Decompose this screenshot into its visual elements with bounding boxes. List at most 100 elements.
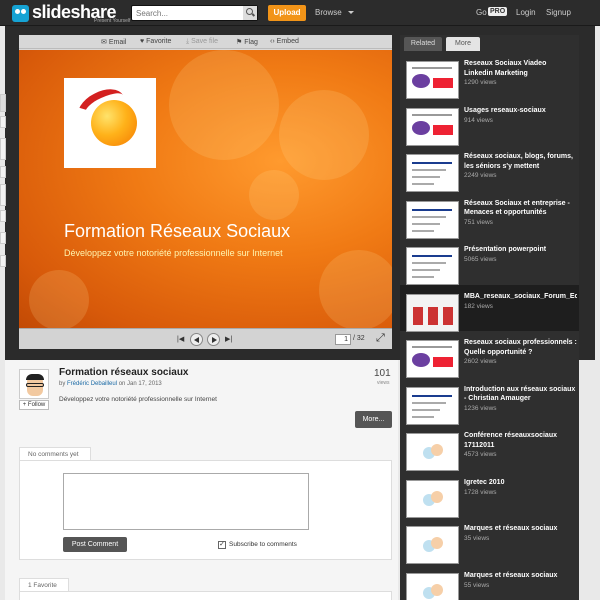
flag-button[interactable]: ⚑ Flag	[236, 38, 258, 46]
related-item[interactable]: Conférence réseauxsociaux 17112011 4573 v…	[400, 424, 579, 471]
chevron-down-icon[interactable]	[348, 11, 354, 14]
share-button[interactable]	[0, 255, 6, 267]
related-item[interactable]: Présentation powerpoint 5065 views	[400, 238, 579, 285]
related-item[interactable]: Usages reseaux-sociaux 914 views	[400, 99, 579, 146]
next-slide-button[interactable]	[207, 333, 220, 346]
related-item[interactable]: Réseaux Sociaux et entreprise - Menaces …	[400, 192, 579, 239]
comments-tab[interactable]: No comments yet	[19, 447, 91, 461]
share-button[interactable]	[0, 94, 6, 112]
related-item[interactable]: Introduction aux réseaux sociaux - Chris…	[400, 378, 579, 425]
previous-slide-button[interactable]	[190, 333, 203, 346]
related-item-title[interactable]: Présentation powerpoint	[464, 245, 577, 255]
related-item-title[interactable]: Igretec 2010	[464, 478, 577, 488]
document-meta: by Frédéric Debailleul on Jan 17, 2013	[59, 381, 162, 387]
related-item-title[interactable]: Reseaux sociaux professionnels : Quelle …	[464, 338, 577, 357]
thumbnail-graphic	[412, 262, 446, 264]
by-label: by	[59, 381, 66, 387]
save-file-button[interactable]: ⤓ Save file	[186, 38, 218, 46]
related-item-views: 1290 views	[464, 79, 497, 86]
related-thumbnail[interactable]	[406, 61, 459, 99]
related-item[interactable]: Reseaux Sociaux Viadeo Linkedin Marketin…	[400, 52, 579, 99]
search-icon[interactable]	[243, 6, 257, 20]
search-input[interactable]	[132, 6, 244, 20]
thumbnail-graphic	[412, 67, 452, 69]
more-button[interactable]: More...	[355, 411, 392, 428]
signup-link[interactable]: Signup	[546, 8, 571, 17]
related-item-title[interactable]: Marques et réseaux sociaux	[464, 524, 577, 534]
favorites-tab[interactable]: 1 Favorite	[19, 578, 69, 592]
related-item[interactable]: MBA_reseaux_sociaux_Forum_Ec 182 views	[400, 284, 579, 332]
slide-subtitle: Développez votre notoriété professionnel…	[64, 248, 283, 258]
slide-view[interactable]: Formation Réseaux Sociaux Développez vot…	[19, 50, 392, 328]
slide-player: ✉ Email ♥ Favorite ⤓ Save file ⚑ Flag ‹› Embe…	[19, 35, 392, 349]
related-sidebar: Related More Reseaux Sociaux Viadeo Link…	[400, 35, 579, 600]
related-thumbnail[interactable]	[406, 200, 459, 239]
placeholder-thumbnail-icon	[423, 583, 443, 600]
fullscreen-icon[interactable]	[376, 332, 386, 345]
related-thumbnail[interactable]	[406, 479, 459, 518]
login-link[interactable]: Login	[516, 8, 536, 17]
thumbnail-graphic	[412, 208, 452, 211]
related-item-title[interactable]: Usages reseaux-sociaux	[464, 106, 577, 116]
related-item[interactable]: Marques et réseaux sociaux 55 views	[400, 564, 579, 600]
related-thumbnail[interactable]	[406, 386, 459, 425]
browse-menu[interactable]: Browse	[315, 8, 342, 17]
related-thumbnail[interactable]	[406, 293, 459, 332]
thumbnail-graphic	[412, 176, 440, 178]
related-item[interactable]: Igretec 2010 1728 views	[400, 471, 579, 518]
share-button[interactable]	[0, 138, 6, 160]
related-thumbnail[interactable]	[406, 572, 459, 600]
thumbnail-graphic	[433, 124, 453, 135]
slideshare-logo[interactable]: slideshare Present Yourself	[12, 2, 130, 24]
pro-badge[interactable]: PRO	[488, 7, 508, 16]
tab-more[interactable]: More	[446, 37, 480, 51]
related-item-title[interactable]: MBA_reseaux_sociaux_Forum_Ec	[464, 292, 577, 302]
related-thumbnail[interactable]	[406, 526, 459, 564]
related-thumbnail[interactable]	[406, 433, 459, 471]
last-slide-button[interactable]: ▶|	[225, 335, 232, 343]
follow-button[interactable]: + Follow	[19, 400, 49, 410]
favorite-button[interactable]: ♥ Favorite	[140, 38, 171, 45]
slide-title: Formation Réseaux Sociaux	[64, 221, 291, 241]
author-link[interactable]: Frédéric Debailleul	[67, 381, 117, 387]
share-button[interactable]	[0, 116, 6, 128]
arrow-left-icon	[194, 337, 199, 343]
share-button[interactable]	[0, 210, 6, 222]
email-button[interactable]: ✉ Email	[101, 38, 126, 46]
first-slide-button[interactable]: |◀	[177, 335, 184, 343]
related-item-title[interactable]: Marques et réseaux sociaux	[464, 571, 577, 581]
related-thumbnail[interactable]	[406, 154, 459, 192]
related-item-title[interactable]: Conférence réseauxsociaux 17112011	[464, 431, 577, 450]
thumbnail-graphic	[412, 401, 446, 404]
related-item[interactable]: Reseaux sociaux professionnels : Quelle …	[400, 331, 579, 378]
related-item-title[interactable]: Réseaux Sociaux et entreprise - Menaces …	[464, 199, 577, 218]
embed-button[interactable]: ‹› Embed	[270, 38, 299, 45]
upload-button[interactable]: Upload	[268, 5, 306, 21]
related-thumbnail[interactable]	[406, 247, 459, 285]
related-item-title[interactable]: Reseaux Sociaux Viadeo Linkedin Marketin…	[464, 59, 577, 78]
related-item-title[interactable]: Introduction aux réseaux sociaux - Chris…	[464, 385, 577, 404]
related-thumbnail[interactable]	[406, 107, 459, 146]
placeholder-thumbnail-icon	[423, 537, 443, 555]
avatar[interactable]	[19, 369, 49, 399]
email-label: Email	[108, 39, 127, 46]
share-button[interactable]	[0, 232, 6, 244]
go-pro-link[interactable]: Go	[476, 8, 487, 17]
share-button[interactable]	[0, 184, 6, 206]
related-item[interactable]: Réseaux sociaux, blogs, forums, les séni…	[400, 145, 579, 192]
post-comment-button[interactable]: Post Comment	[63, 537, 127, 552]
page-number-input[interactable]: 1	[335, 334, 351, 345]
related-item-title[interactable]: Réseaux sociaux, blogs, forums, les séni…	[464, 152, 577, 171]
thumbnail-graphic	[412, 346, 452, 348]
share-button[interactable]	[0, 166, 6, 178]
thumbnail-graphic	[412, 408, 440, 411]
comment-textarea[interactable]	[63, 473, 309, 530]
thumbnail-graphic	[443, 306, 453, 325]
player-controls: |◀ ▶| 1 / 32	[19, 328, 392, 349]
subscribe-checkbox[interactable]: ✓	[218, 541, 226, 549]
decorative-bubble	[249, 170, 299, 220]
related-item-views: 1236 views	[464, 404, 497, 412]
related-thumbnail[interactable]	[406, 340, 459, 378]
tab-related[interactable]: Related	[404, 37, 442, 51]
related-item[interactable]: Marques et réseaux sociaux 35 views	[400, 517, 579, 564]
